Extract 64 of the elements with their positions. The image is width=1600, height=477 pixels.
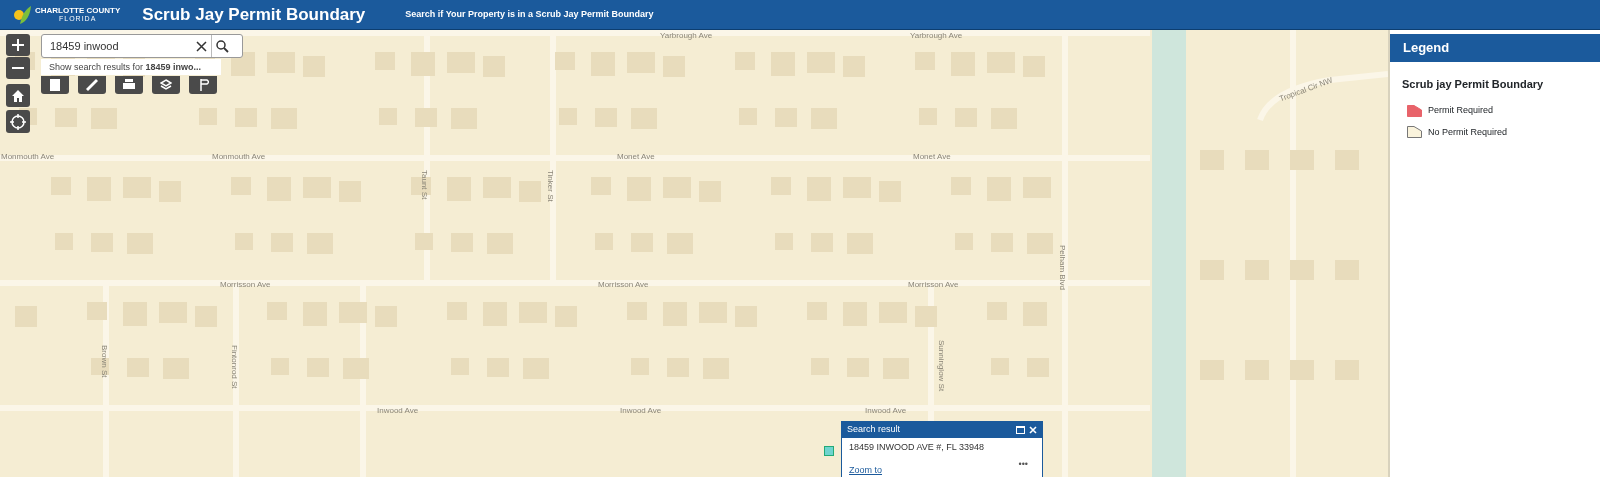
close-icon bbox=[196, 40, 207, 52]
zoom-in-button[interactable] bbox=[6, 34, 30, 56]
zoom-to-link[interactable]: Zoom to bbox=[849, 466, 882, 477]
measure-button[interactable] bbox=[78, 76, 106, 94]
street-label: Morrisson Ave bbox=[598, 281, 649, 289]
legend-header: Legend bbox=[1390, 34, 1600, 62]
signpost-icon bbox=[197, 79, 209, 91]
street-label: Inwood Ave bbox=[620, 407, 662, 415]
building-footprint bbox=[343, 358, 369, 379]
building-footprint bbox=[339, 302, 367, 323]
popup-title: Search result bbox=[847, 423, 901, 436]
street-label: Tinker St bbox=[546, 170, 554, 202]
zoom-out-button[interactable] bbox=[6, 57, 30, 79]
logo-text: CHARLOTTE COUNTY bbox=[35, 7, 121, 15]
more-menu[interactable]: ••• bbox=[1018, 460, 1028, 470]
locate-icon bbox=[10, 113, 26, 130]
street-label: Inwood Ave bbox=[865, 407, 907, 415]
street-label: Sunninglow St bbox=[937, 340, 945, 392]
street-label: Yarbrough Ave bbox=[910, 32, 963, 40]
building-footprint bbox=[87, 302, 107, 320]
street-label: Pelham Blvd bbox=[1058, 245, 1066, 290]
legend-label: Permit Required bbox=[1428, 104, 1494, 117]
search-icon bbox=[216, 39, 229, 53]
street-label: Monet Ave bbox=[913, 153, 951, 161]
location-marker bbox=[824, 446, 834, 456]
page-icon bbox=[49, 79, 61, 91]
building-footprint bbox=[415, 108, 437, 127]
search-box[interactable]: 18459 inwood bbox=[41, 34, 243, 58]
locate-button[interactable] bbox=[6, 110, 30, 133]
close-icon[interactable] bbox=[1029, 425, 1037, 434]
popup-address: 18459 INWOOD AVE #, FL 33948 bbox=[848, 440, 986, 454]
layers-icon bbox=[160, 79, 172, 91]
street-label: Monet Ave bbox=[617, 153, 655, 161]
building-footprint bbox=[1290, 260, 1314, 280]
street-label: Morrisson Ave bbox=[220, 281, 271, 289]
street-label: Monmouth Ave bbox=[1, 153, 55, 161]
layers-button[interactable] bbox=[152, 76, 180, 94]
legend-label: No Permit Required bbox=[1428, 125, 1508, 139]
building-footprint bbox=[915, 306, 937, 327]
app-title: Scrub Jay Permit Boundary bbox=[142, 3, 366, 26]
legend-layer-title: Scrub jay Permit Boundary bbox=[1401, 76, 1545, 92]
building-footprint bbox=[415, 233, 433, 250]
building-footprint bbox=[1290, 360, 1314, 380]
bookmark-button[interactable] bbox=[189, 76, 217, 94]
maximize-icon[interactable] bbox=[1016, 425, 1025, 434]
street-label: Monmouth Ave bbox=[212, 153, 266, 161]
street-label: Morrisson Ave bbox=[908, 281, 959, 289]
street-label: Brown St bbox=[100, 345, 108, 378]
street-label: Fintonrod St bbox=[230, 345, 238, 389]
building-footprint bbox=[1290, 150, 1314, 170]
plus-icon bbox=[12, 39, 24, 51]
home-button[interactable] bbox=[6, 84, 30, 107]
print-button[interactable] bbox=[115, 76, 143, 94]
search-field[interactable]: 18459 inwood bbox=[42, 35, 192, 57]
home-icon bbox=[11, 88, 25, 103]
building-footprint bbox=[411, 52, 435, 76]
building-footprint bbox=[555, 52, 575, 70]
street-label: Inwood Ave bbox=[377, 407, 419, 415]
street-label: Taunt St bbox=[420, 170, 428, 200]
ruler-icon bbox=[86, 79, 98, 91]
street-label: Yarbrough Ave bbox=[660, 32, 713, 40]
app-subtitle: Search if Your Property is in a Scrub Jay Permit Boundary bbox=[405, 7, 654, 21]
printer-icon bbox=[123, 79, 135, 91]
legend-button[interactable] bbox=[41, 76, 69, 94]
